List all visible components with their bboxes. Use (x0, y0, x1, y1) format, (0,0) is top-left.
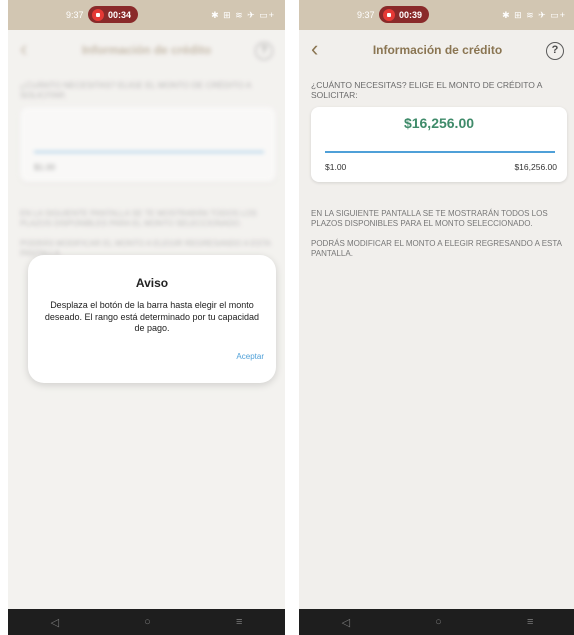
info-text-2: PODRÁS MODIFICAR EL MONTO A ELEGIR REGRE… (311, 239, 562, 258)
status-icons: ✱ ⊞ ≋ ✈ ▭+ (502, 10, 566, 20)
nav-back-icon[interactable]: ◁ (342, 616, 350, 629)
left-screen: 9:37 00:34 ✱ ⊞ ≋ ✈ ▭+ ‹ Información de c… (8, 0, 285, 635)
aviso-dialog: Aviso Desplaza el botón de la barra hast… (28, 255, 276, 383)
app-header: ‹ Información de crédito ? (299, 30, 574, 70)
record-icon (383, 8, 395, 21)
amount-card: $16,256.00 $1.00 $16,256.00 (311, 107, 567, 182)
status-bar: 9:37 00:39 ✱ ⊞ ≋ ✈ ▭+ (299, 0, 574, 30)
system-nav-bar: ◁ ○ ≡ (299, 609, 574, 635)
selected-amount: $16,256.00 (403, 115, 475, 131)
accept-button[interactable]: Aceptar (236, 352, 264, 361)
nav-home-icon[interactable]: ○ (144, 616, 151, 628)
dialog-message: Desplaza el botón de la barra hasta eleg… (44, 300, 260, 333)
recording-badge: 00:39 (379, 6, 429, 23)
nav-back-icon[interactable]: ◁ (51, 616, 59, 629)
nav-menu-icon[interactable]: ≡ (527, 616, 533, 628)
page-title: Información de crédito (372, 43, 503, 57)
credit-question: ¿CUÁNTO NECESITAS? ELIGE EL MONTO DE CRÉ… (311, 80, 542, 100)
nav-menu-icon[interactable]: ≡ (236, 616, 242, 628)
status-time: 9:37 (357, 10, 375, 20)
dialog-title: Aviso (135, 276, 169, 290)
right-screen: 9:37 00:39 ✱ ⊞ ≋ ✈ ▭+ ‹ Información de c… (299, 0, 574, 635)
nav-home-icon[interactable]: ○ (435, 616, 442, 628)
info-text-1: EN LA SIGUIENTE PANTALLA SE TE MOSTRARÁN… (311, 209, 548, 228)
system-nav-bar: ◁ ○ ≡ (8, 609, 285, 635)
amount-slider[interactable] (325, 151, 555, 153)
slider-min-label: $1.00 (325, 162, 347, 172)
slider-max-label: $16,256.00 (514, 162, 557, 172)
recording-time: 00:39 (399, 9, 423, 20)
help-icon[interactable]: ? (546, 42, 564, 60)
